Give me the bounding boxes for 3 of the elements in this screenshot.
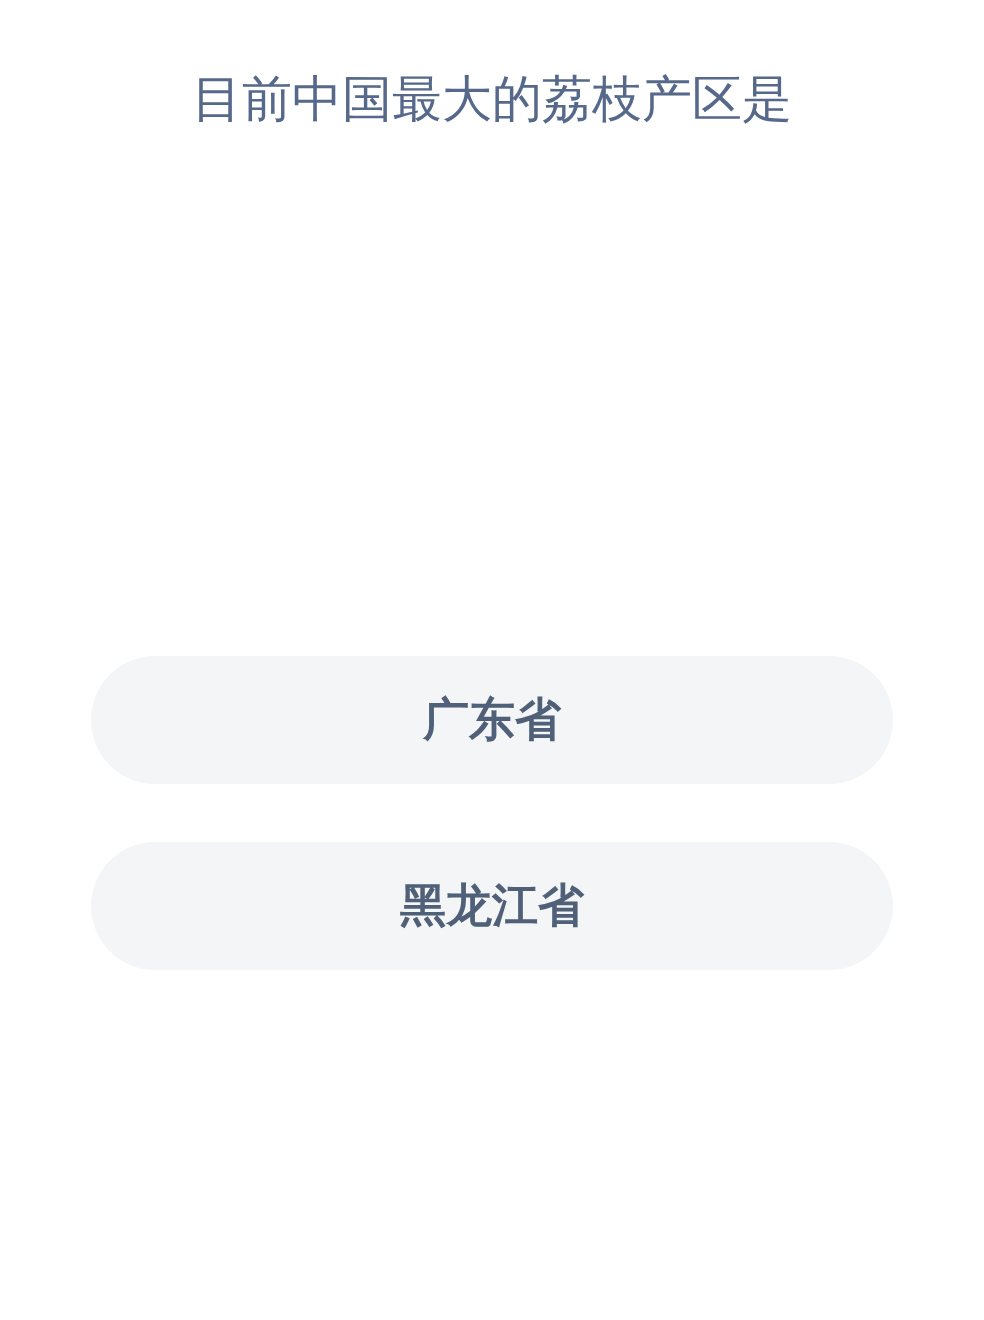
- answer-option[interactable]: 广东省: [91, 656, 893, 784]
- question-text: 目前中国最大的荔枝产区是: [191, 69, 793, 130]
- answer-option[interactable]: 黑龙江省: [91, 842, 893, 970]
